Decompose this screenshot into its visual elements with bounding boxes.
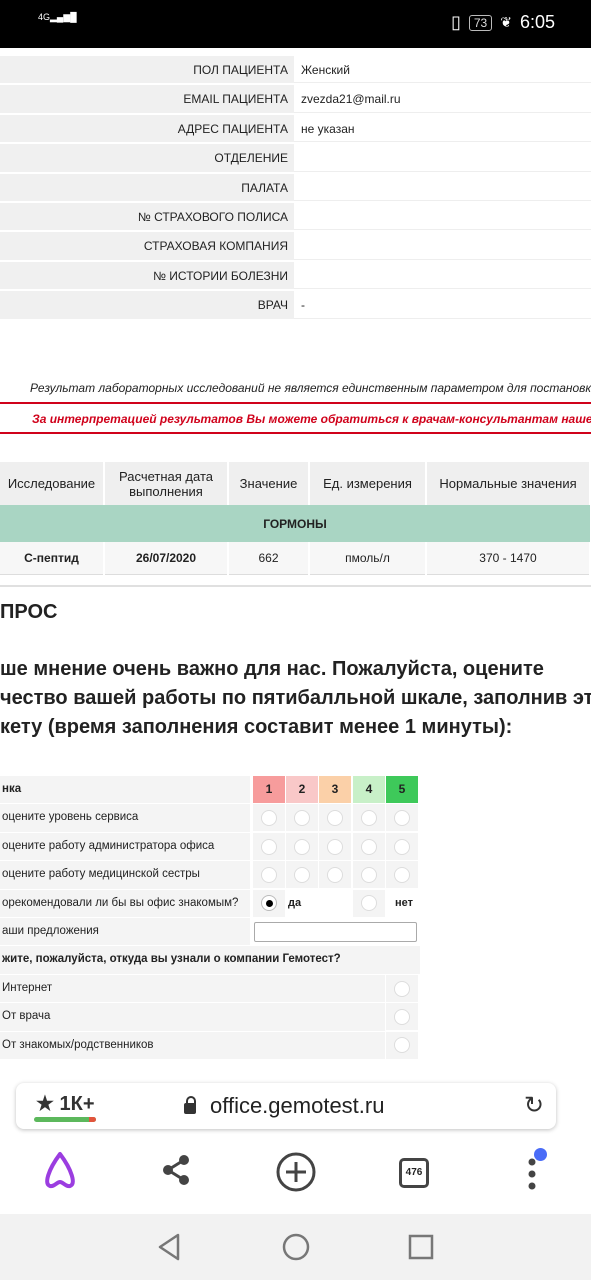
rating-question-row: оцените работу медицинской сестры [0,861,420,890]
back-icon[interactable] [156,1232,182,1262]
recents-icon[interactable] [407,1233,435,1261]
suggestions-row: аши предложения [0,917,420,947]
patient-row: № СТРАХОВОГО ПОЛИСА [0,202,591,233]
plus-circle-icon [276,1152,316,1192]
survey-title: ПРОС [0,601,58,623]
warning-box: За интерпретацией результатов Вы можете … [0,402,591,434]
results-table: Исследование Расчетная дата выполнения З… [0,462,591,575]
rating-radio[interactable] [327,810,343,827]
yes-label: да [288,896,302,909]
patient-info-table: ПОЛ ПАЦИЕНТА Женский EMAIL ПАЦИЕНТА zvezda… [0,56,591,321]
rating-radio[interactable] [394,867,410,883]
source-row: От знакомых/родственников [0,1031,420,1060]
rating-radio[interactable] [261,810,277,827]
source-row: Интернет [0,974,420,1004]
star-icon: ★ [36,1093,54,1115]
rating-radio[interactable] [261,838,277,855]
rating-question-row: оцените уровень сервиса [0,804,420,833]
col-header: Ед. измерения [309,462,427,505]
rating-header-row: нка 1 2 3 4 5 [0,776,420,805]
home-icon[interactable] [281,1232,311,1262]
recommend-row: орекомендовали ли бы вы офис знакомым? д… [0,889,420,918]
source-row: От врача [0,1003,420,1032]
patient-row: EMAIL ПАЦИЕНТА zvezda21@mail.ru [0,85,591,115]
disclaimer-text: Результат лабораторных исследований не я… [30,381,591,395]
system-nav-bar [0,1214,591,1280]
address-bar[interactable]: ★ 1К+ office.gemotest.ru ↻ [16,1083,556,1129]
source-question-row: жите, пожалуйста, откуда вы узнали о ком… [0,946,420,975]
patient-row: № ИСТОРИИ БОЛЕЗНИ [0,261,591,292]
web-content[interactable]: ПОЛ ПАЦИЕНТА Женский EMAIL ПАЦИЕНТА zvezda… [0,48,591,1080]
rating-question-row: оцените работу администратора офиса [0,832,420,862]
status-bar: 4G▂▄▆█ ▯ 73 ❦ 6:05 [0,0,591,48]
rating-radio[interactable] [361,810,377,827]
col-header: Расчетная дата выполнения [104,462,229,505]
browser-toolbar: 476 [0,1134,591,1214]
new-tab-button[interactable] [274,1150,318,1198]
alice-icon [45,1152,75,1189]
source-radio[interactable] [394,1037,410,1054]
group-row: ГОРМОНЫ [0,505,590,542]
notification-dot [534,1148,547,1161]
rating-radio[interactable] [294,810,310,827]
rating-radio[interactable] [294,838,310,855]
menu-button[interactable] [520,1148,547,1198]
source-radio[interactable] [394,980,410,997]
leaf-icon: ❦ [500,14,512,30]
patient-row: СТРАХОВАЯ КОМПАНИЯ [0,232,591,262]
vibrate-icon: ▯ [450,12,461,32]
table-row: С-пептид 26/07/2020 662 пмоль/л 370 - 14… [0,542,591,575]
suggestions-input[interactable] [254,921,417,942]
signal-icon: 4G▂▄▆█ [38,12,77,22]
survey-form: нка 1 2 3 4 5 оцените уровень сервиса оц… [0,776,420,1060]
rating-radio[interactable] [327,838,343,855]
url-text[interactable]: office.gemotest.ru [210,1093,384,1119]
rating-radio[interactable] [361,838,377,855]
rating-radio[interactable] [394,838,410,855]
rating-radio[interactable] [394,810,410,827]
patient-row: ПАЛАТА [0,173,591,203]
rating-radio[interactable] [294,867,310,883]
lock-icon [184,1096,196,1114]
rating-radio[interactable] [327,867,343,883]
col-header: Исследование [0,462,105,505]
patient-row: ОТДЕЛЕНИЕ [0,144,591,174]
patient-row: ВРАЧ - [0,291,591,321]
col-header: Значение [228,462,310,505]
patient-row: АДРЕС ПАЦИЕНТА не указан [0,114,591,145]
clock: 6:05 [519,12,555,32]
patient-row: ПОЛ ПАЦИЕНТА Женский [0,56,591,86]
no-label: нет [394,896,413,909]
yes-radio[interactable] [261,895,277,912]
alice-button[interactable] [38,1150,82,1198]
source-radio[interactable] [394,1008,410,1025]
share-icon [163,1155,189,1185]
divider [0,585,591,587]
reload-icon[interactable]: ↻ [524,1091,544,1120]
rating-radio[interactable] [361,867,377,883]
tabs-count: 476 [399,1158,429,1188]
survey-intro: ше мнение очень важно для нас. Пожалуйст… [0,658,591,738]
col-header: Нормальные значения [426,462,591,505]
rating-radio[interactable] [261,867,277,883]
tabs-button[interactable]: 476 [396,1150,432,1198]
site-rating[interactable]: ★ 1К+ [36,1091,95,1116]
rating-bar [34,1117,96,1122]
warning-text: За интерпретацией результатов Вы можете … [32,412,591,426]
battery-icon: 73 [468,14,493,31]
no-radio[interactable] [361,895,377,912]
share-button[interactable] [156,1150,196,1198]
